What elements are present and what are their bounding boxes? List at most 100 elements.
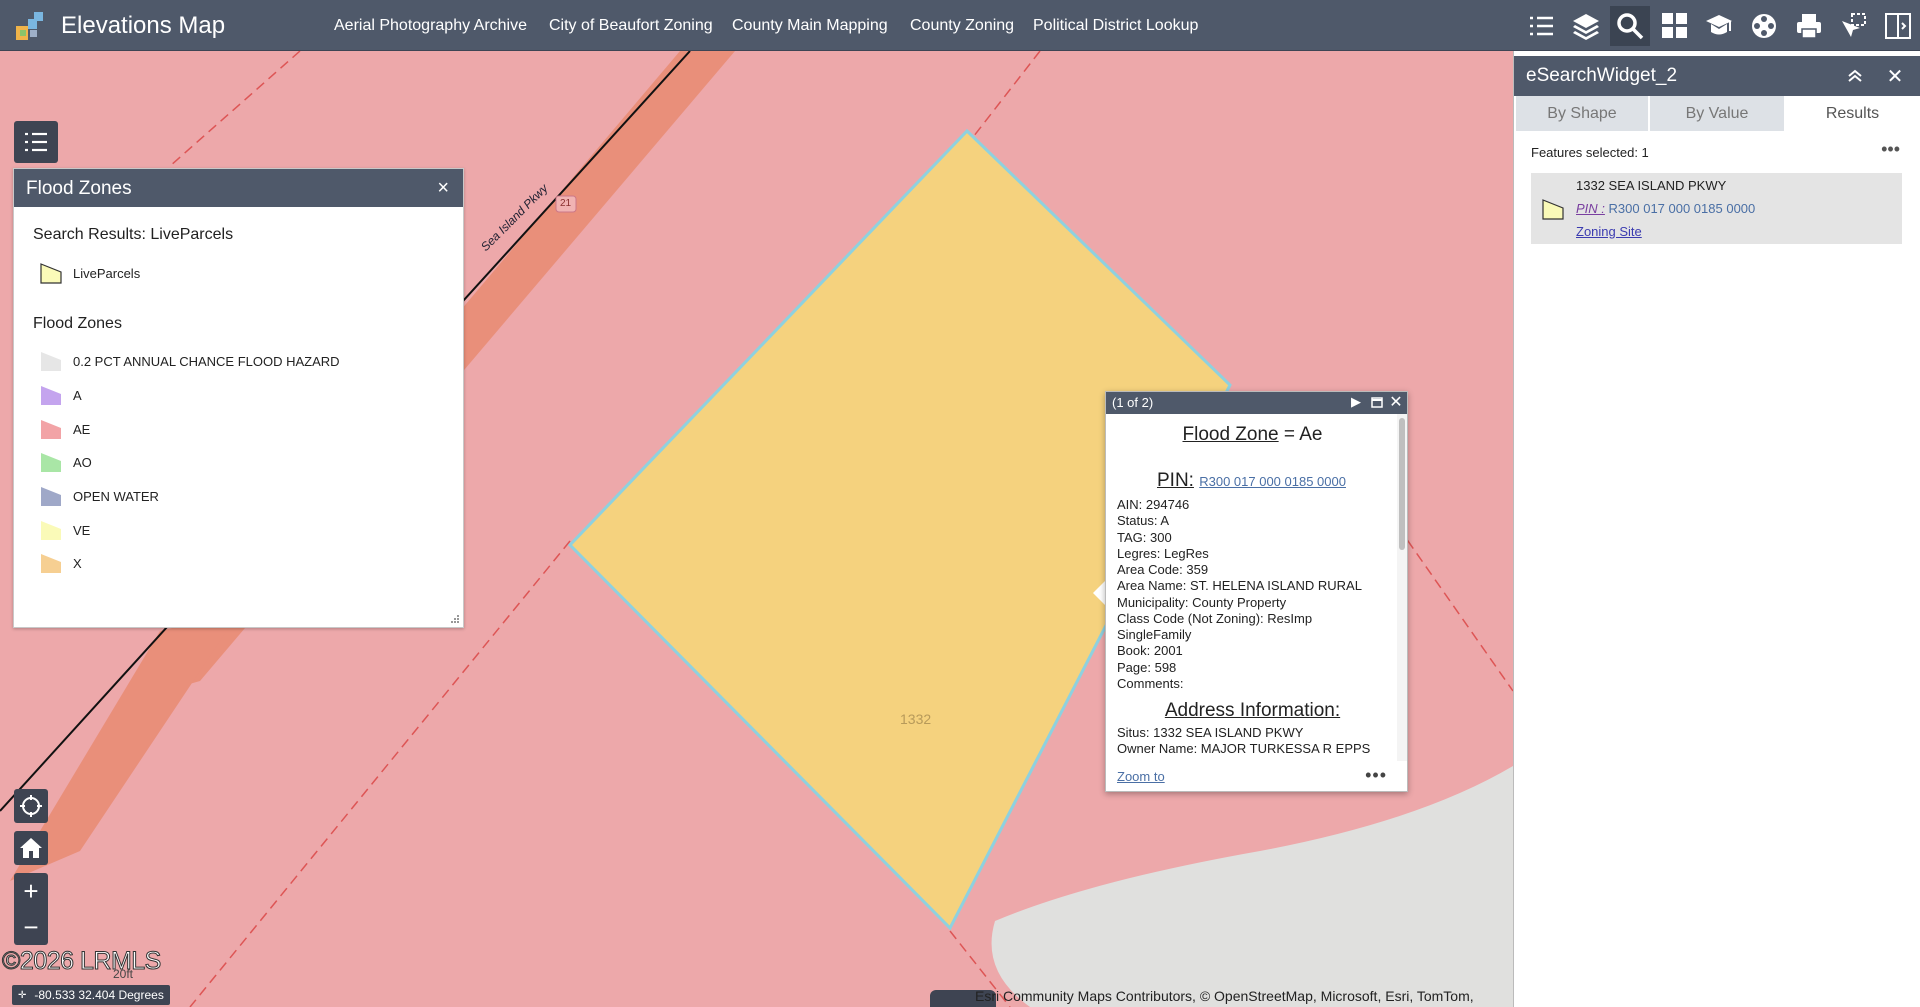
address-heading: Address Information: [1106,700,1399,722]
zoom-out-button[interactable]: − [14,909,48,945]
feature-popup: (1 of 2) ▶ ✕ Flood Zone = Ae PIN: R300 0… [1105,391,1408,792]
result-pin: PIN : R300 017 000 0185 0000 [1576,201,1755,216]
nav-aerial-photography-archive[interactable]: Aerial Photography Archive [334,17,527,35]
zoom-in-button[interactable]: + [14,873,48,909]
print-icon[interactable] [1789,6,1829,46]
tab-results[interactable]: Results [1786,96,1919,131]
home-button[interactable] [14,831,48,865]
legend-item-zone: AO [39,449,92,475]
nav-county-main-mapping[interactable]: County Main Mapping [732,17,888,35]
zone-swatch-icon [41,453,61,472]
legend-item-label: A [73,387,82,403]
zone-swatch-icon [41,352,61,371]
zone-swatch-icon [41,554,61,573]
copyright-watermark: ©2026 LRMLS [2,947,162,976]
popup-field: Class Code (Not Zoning): ResImp [1117,611,1313,626]
split-panel-icon[interactable] [1878,6,1918,46]
search-widget-panel: eSearchWidget_2 ✕ By Shape By Value Resu… [1513,51,1920,1007]
popup-pointer [1093,581,1105,605]
locate-button[interactable] [14,789,48,823]
legend-panel: Flood Zones × Search Results: LiveParcel… [13,168,464,628]
nav-city-of-beaufort-zoning[interactable]: City of Beaufort Zoning [549,17,713,35]
popup-field: Area Code: 359 [1117,562,1209,577]
result-pin-label[interactable]: PIN : [1576,201,1605,216]
legend-item-zone: OPEN WATER [39,483,159,509]
popup-field: Legres: LegRes [1117,546,1209,561]
list-icon[interactable] [1521,6,1561,46]
legend-item-label: X [73,555,82,571]
legend-item-label: 0.2 PCT ANNUAL CHANCE FLOOD HAZARD [73,353,340,369]
result-pin-value: R300 017 000 0185 0000 [1604,201,1756,216]
coordinate-readout: ✛ -80.533 32.404 Degrees [12,985,170,1005]
result-item[interactable]: 1332 SEA ISLAND PKWY PIN : R300 017 000 … [1531,173,1902,244]
legend-item-zone: 0.2 PCT ANNUAL CHANCE FLOOD HAZARD [39,348,340,374]
education-icon[interactable] [1699,6,1739,46]
close-icon[interactable]: × [437,177,449,200]
popup-counter: (1 of 2) [1112,395,1154,410]
search-widget-header: eSearchWidget_2 ✕ [1514,56,1920,96]
popup-field: Book: 2001 [1117,643,1183,658]
search-widget-title: eSearchWidget_2 [1526,65,1678,86]
layer-list-button[interactable] [14,121,58,163]
grid-icon[interactable] [1655,6,1695,46]
more-options-icon[interactable]: ••• [1365,765,1387,786]
pin-heading: PIN: R300 017 000 0185 0000 [1157,470,1346,492]
scrollbar-thumb[interactable] [1399,418,1405,550]
legend-item-label: AE [73,421,91,437]
legend-title: Flood Zones [26,178,132,199]
more-options-icon[interactable]: ••• [1881,139,1900,160]
nav-political-district-lookup[interactable]: Political District Lookup [1033,17,1198,35]
route-shield-label: 21 [560,198,572,209]
collapse-icon[interactable] [1844,65,1866,87]
legend-item-zone: AE [39,416,90,442]
features-selected-count: Features selected: 1 [1531,145,1649,160]
flood-zone-label: Flood Zone [1182,424,1279,445]
zoom-controls: + − [14,873,48,945]
legend-item-label: VE [73,522,91,538]
next-feature-icon[interactable]: ▶ [1348,394,1364,410]
search-icon[interactable] [1610,6,1650,46]
popup-footer: Zoom to ••• [1106,761,1407,791]
select-icon[interactable] [1833,6,1873,46]
popup-field: Owner Name: MAJOR TURKESSA R EPPS [1117,741,1371,756]
pin-link[interactable]: R300 017 000 0185 0000 [1199,474,1346,489]
legend-item-label: AO [73,454,92,470]
parcel-label: 1332 [900,711,932,727]
zone-swatch-icon [41,487,61,506]
popup-field: Area Name: ST. HELENA ISLAND RURAL [1117,578,1362,593]
home-icon [20,838,42,858]
app-header: Elevations Map Aerial Photography Archiv… [0,0,1920,51]
pin-label: PIN: [1157,470,1194,491]
popup-scrollbar[interactable] [1397,414,1407,761]
legend-item-liveparcels: LiveParcels [39,260,140,286]
close-icon[interactable]: ✕ [1884,65,1906,88]
nav-county-zoning[interactable]: County Zoning [910,17,1014,35]
legend-item-zone: A [39,382,82,408]
tab-by-value[interactable]: By Value [1650,96,1784,131]
maximize-icon[interactable] [1369,394,1385,410]
popup-field: TAG: 300 [1117,530,1172,545]
popup-content: Flood Zone = Ae PIN: R300 017 000 0185 0… [1106,414,1399,761]
legend-item-zone: X [39,550,82,576]
legend-item-label: OPEN WATER [73,488,159,504]
popup-field: AIN: 294746 [1117,497,1190,512]
close-icon[interactable]: ✕ [1388,394,1404,411]
film-icon[interactable] [1744,6,1784,46]
address-title: Address Information: [1164,700,1341,721]
popup-field: Situs: 1332 SEA ISLAND PKWY [1117,725,1304,740]
zoom-to-link[interactable]: Zoom to [1117,769,1165,784]
layers-icon[interactable] [1566,6,1606,46]
map-attribution: Esri Community Maps Contributors, © Open… [975,988,1474,1004]
zone-swatch-icon [41,386,61,405]
locate-icon [20,795,42,817]
resize-grip-icon[interactable] [450,614,460,624]
result-address: 1332 SEA ISLAND PKWY [1576,178,1727,193]
legend-item-label: LiveParcels [73,265,141,281]
flood-zone-value: = Ae [1283,424,1323,445]
list-icon [25,132,47,152]
tab-by-shape[interactable]: By Shape [1516,96,1648,131]
coordinate-value: -80.533 32.404 Degrees [34,988,164,1002]
legend-header: Flood Zones × [14,169,463,207]
popup-field: Page: 598 [1117,660,1177,675]
zoning-site-link[interactable]: Zoning Site [1576,224,1642,239]
